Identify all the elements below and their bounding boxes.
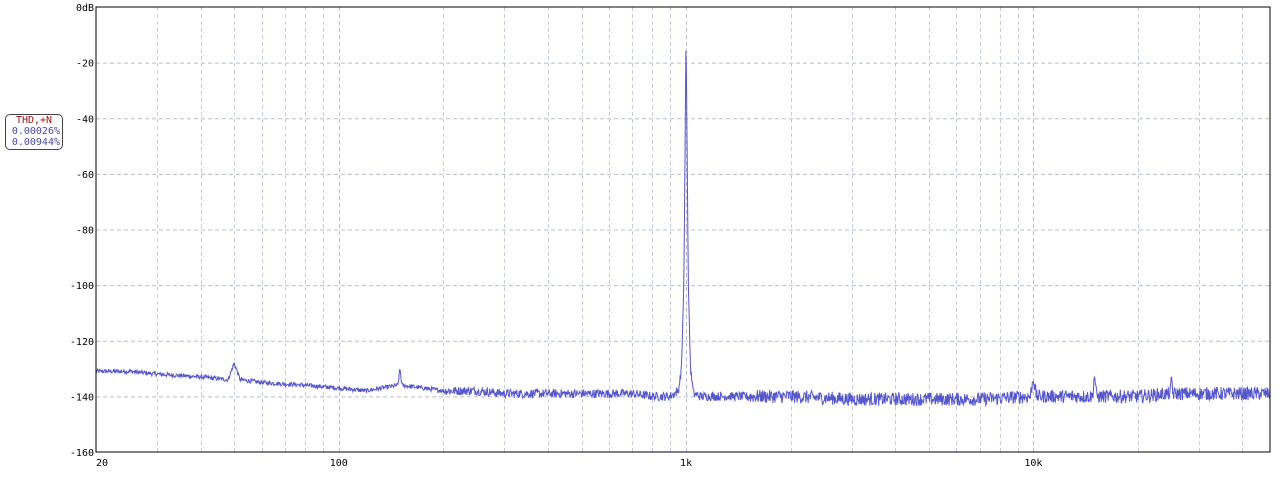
x-tick-label: 20 <box>96 458 108 469</box>
x-tick-label: 10k <box>1024 458 1042 469</box>
y-tick-label: -80 <box>76 226 94 237</box>
spectrum-trace <box>95 50 1271 408</box>
y-tick-label: -60 <box>76 170 94 181</box>
legend-title: THD,+N <box>15 115 53 126</box>
legend-thdn-value: 0.00944% <box>11 137 60 148</box>
thd-legend: THD,+N 0.00026% 0.00944% <box>5 114 63 150</box>
y-axis-tick-labels: 0dB -20 -40 -60 -80 -100 -120 -140 -160 <box>70 3 94 459</box>
y-tick-label: -20 <box>76 59 94 70</box>
y-tick-label: -40 <box>76 114 94 125</box>
y-tick-label: 0dB <box>76 3 94 14</box>
y-tick-label: -160 <box>70 448 94 459</box>
spectrum-chart: 0dB -20 -40 -60 -80 -100 -120 -140 -160 20 100 1k 1… <box>70 3 1271 469</box>
y-tick-label: -100 <box>70 281 94 292</box>
y-tick-label: -140 <box>70 392 94 403</box>
series-layer <box>95 50 1271 408</box>
x-tick-label: 100 <box>330 458 348 469</box>
y-tick-label: -120 <box>70 337 94 348</box>
legend-thd-value: 0.00026% <box>11 126 60 137</box>
x-axis-tick-labels: 20 100 1k 10k <box>96 458 1042 469</box>
x-tick-label: 1k <box>680 458 692 469</box>
